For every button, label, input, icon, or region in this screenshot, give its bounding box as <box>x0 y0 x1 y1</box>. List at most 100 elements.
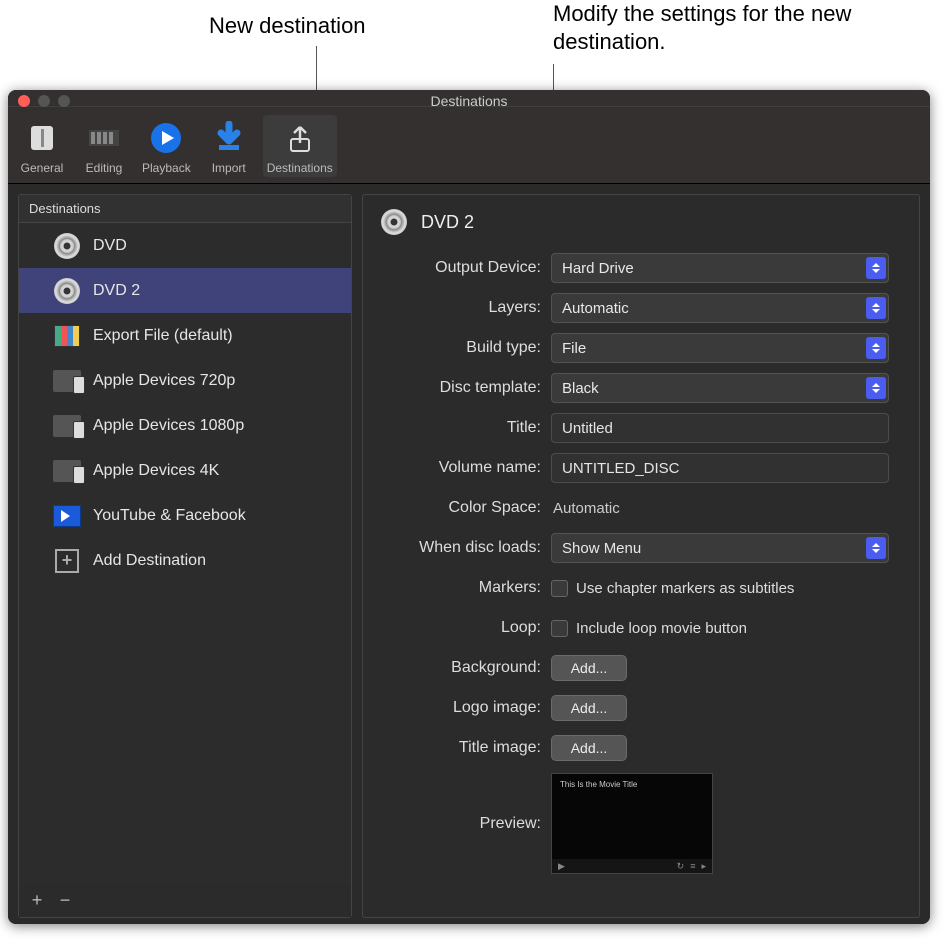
sidebar-item-apple-1080p[interactable]: Apple Devices 1080p <box>19 403 351 448</box>
chevron-updown-icon <box>866 297 886 319</box>
sidebar-item-dvd[interactable]: DVD <box>19 223 351 268</box>
film-icon <box>53 322 81 350</box>
sidebar-header: Destinations <box>19 195 351 223</box>
tab-playback[interactable]: Playback <box>138 115 195 177</box>
sidebar-item-label: Add Destination <box>93 552 206 570</box>
label-output-device: Output Device: <box>381 259 551 277</box>
sidebar-item-label: Apple Devices 720p <box>93 372 235 390</box>
sidebar-list: DVD DVD 2 Export File (default) Apple De… <box>19 223 351 917</box>
sidebar-item-apple-4k[interactable]: Apple Devices 4K <box>19 448 351 493</box>
chevron-updown-icon <box>866 257 886 279</box>
title-image-add-button[interactable]: Add... <box>551 735 627 761</box>
sidebar-footer: + − <box>19 884 351 917</box>
general-icon <box>21 117 63 159</box>
callout-new-destination: New destination <box>209 12 366 40</box>
preview-control-bar: ▶ ↻ ≡ ▸ <box>552 859 712 873</box>
disc-icon <box>381 209 407 235</box>
label-layers: Layers: <box>381 299 551 317</box>
layers-popup[interactable]: Automatic <box>551 293 889 323</box>
playback-icon <box>145 117 187 159</box>
label-loop: Loop: <box>381 619 551 637</box>
sidebar-item-label: DVD 2 <box>93 282 140 300</box>
label-color-space: Color Space: <box>381 499 551 517</box>
sidebar-item-dvd-2[interactable]: DVD 2 <box>19 268 351 313</box>
tab-editing-label: Editing <box>86 161 123 175</box>
destinations-icon <box>279 117 321 159</box>
markers-checkbox[interactable] <box>551 580 568 597</box>
loop-checkbox-label: Include loop movie button <box>576 620 747 637</box>
sidebar-item-label: Export File (default) <box>93 327 233 345</box>
popup-value: Automatic <box>562 300 629 317</box>
titlebar: Destinations <box>8 90 930 106</box>
disc-icon <box>53 232 81 260</box>
remove-button[interactable]: − <box>57 890 73 911</box>
output-device-popup[interactable]: Hard Drive <box>551 253 889 283</box>
volume-name-input[interactable] <box>551 453 889 483</box>
next-icon: ▸ <box>701 861 706 872</box>
sidebar-item-add-destination[interactable]: + Add Destination <box>19 538 351 583</box>
add-icon: + <box>53 547 81 575</box>
sidebar-item-apple-720p[interactable]: Apple Devices 720p <box>19 358 351 403</box>
when-disc-loads-popup[interactable]: Show Menu <box>551 533 889 563</box>
background-add-button[interactable]: Add... <box>551 655 627 681</box>
sidebar-item-export-file[interactable]: Export File (default) <box>19 313 351 358</box>
play-icon: ▶ <box>558 861 565 872</box>
label-title: Title: <box>381 419 551 437</box>
devices-icon <box>53 457 81 485</box>
sidebar-item-label: Apple Devices 4K <box>93 462 219 480</box>
devices-icon <box>53 412 81 440</box>
label-logo-image: Logo image: <box>381 699 551 717</box>
tab-general-label: General <box>21 161 64 175</box>
label-build-type: Build type: <box>381 339 551 357</box>
import-icon <box>208 117 250 159</box>
destinations-sidebar: Destinations DVD DVD 2 Export File (defa… <box>18 194 352 918</box>
label-when-disc-loads: When disc loads: <box>381 539 551 557</box>
add-button[interactable]: + <box>29 890 45 911</box>
label-background: Background: <box>381 659 551 677</box>
popup-value: Show Menu <box>562 540 641 557</box>
chevron-updown-icon <box>866 537 886 559</box>
chapters-icon: ≡ <box>690 861 695 872</box>
label-title-image: Title image: <box>381 739 551 757</box>
preview-thumbnail: This Is the Movie Title ▶ ↻ ≡ ▸ <box>551 773 713 874</box>
destination-detail-panel: DVD 2 Output Device: Hard Drive Layers: … <box>362 194 920 918</box>
detail-header: DVD 2 <box>381 209 901 235</box>
tab-destinations[interactable]: Destinations <box>263 115 337 177</box>
tab-editing[interactable]: Editing <box>76 115 132 177</box>
devices-icon <box>53 367 81 395</box>
tab-playback-label: Playback <box>142 161 191 175</box>
loop-checkbox[interactable] <box>551 620 568 637</box>
logo-image-add-button[interactable]: Add... <box>551 695 627 721</box>
tab-destinations-label: Destinations <box>267 161 333 175</box>
loop-icon: ↻ <box>677 861 685 872</box>
sidebar-item-label: DVD <box>93 237 127 255</box>
label-markers: Markers: <box>381 579 551 597</box>
preferences-toolbar: General Editing Playback Import Destinat… <box>8 106 930 184</box>
disc-template-popup[interactable]: Black <box>551 373 889 403</box>
color-space-value: Automatic <box>551 500 901 517</box>
preferences-window: Destinations General Editing Playback Im… <box>8 90 930 924</box>
label-preview: Preview: <box>381 815 551 833</box>
chevron-updown-icon <box>866 337 886 359</box>
label-disc-template: Disc template: <box>381 379 551 397</box>
editing-icon <box>83 117 125 159</box>
popup-value: Black <box>562 380 599 397</box>
label-volume-name: Volume name: <box>381 459 551 477</box>
youtube-icon <box>53 502 81 530</box>
sidebar-item-youtube-facebook[interactable]: YouTube & Facebook <box>19 493 351 538</box>
callout-modify-settings: Modify the settings for the new destinat… <box>553 0 913 55</box>
preview-movie-title: This Is the Movie Title <box>552 774 712 795</box>
tab-import[interactable]: Import <box>201 115 257 177</box>
build-type-popup[interactable]: File <box>551 333 889 363</box>
tab-import-label: Import <box>212 161 246 175</box>
sidebar-item-label: Apple Devices 1080p <box>93 417 244 435</box>
popup-value: File <box>562 340 586 357</box>
disc-icon <box>53 277 81 305</box>
chevron-updown-icon <box>866 377 886 399</box>
window-title: Destinations <box>8 93 930 109</box>
title-input[interactable] <box>551 413 889 443</box>
tab-general[interactable]: General <box>14 115 70 177</box>
markers-checkbox-label: Use chapter markers as subtitles <box>576 580 794 597</box>
sidebar-item-label: YouTube & Facebook <box>93 507 246 525</box>
popup-value: Hard Drive <box>562 260 634 277</box>
